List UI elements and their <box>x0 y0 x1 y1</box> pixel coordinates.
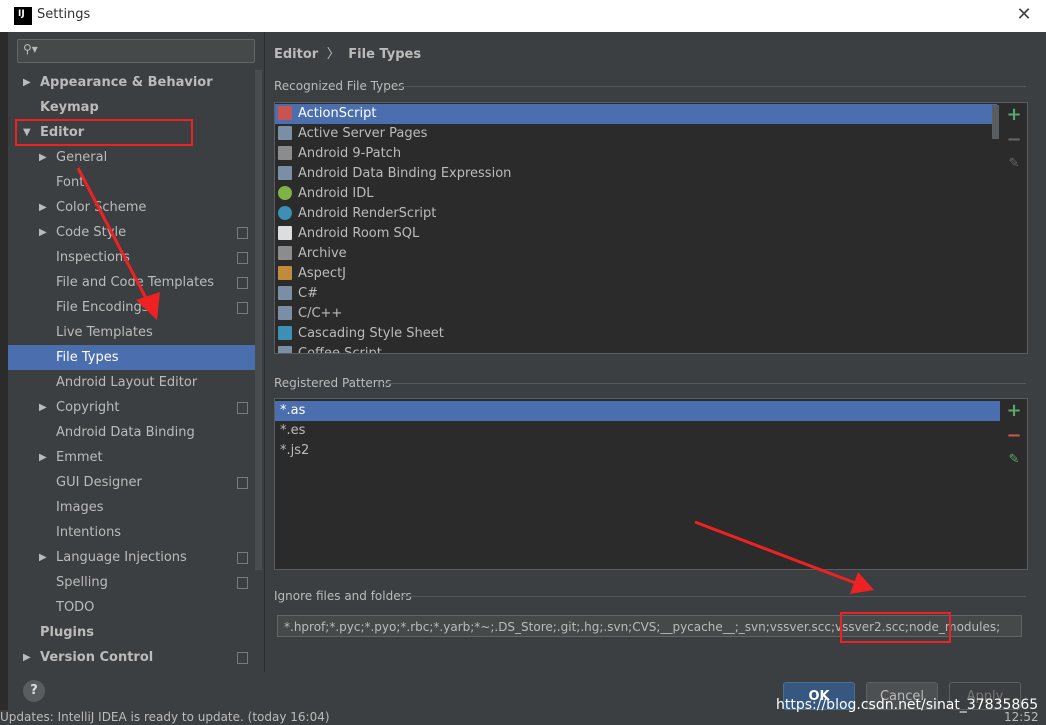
watermark-text: https://blog.csdn.net/sinat_37835865 <box>776 697 1039 713</box>
annotation-arrow-line <box>694 520 859 586</box>
annotation-arrows <box>76 167 874 594</box>
annotation-arrow-line <box>76 167 152 307</box>
annotation-arrow-head <box>136 292 160 320</box>
